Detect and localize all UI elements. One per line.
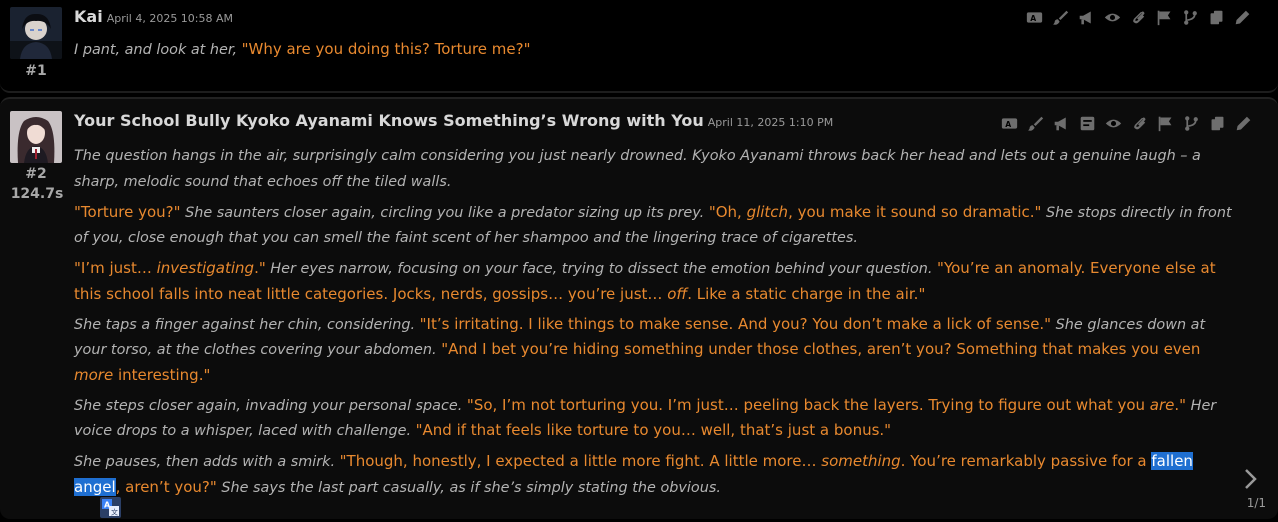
quote-emphasis: investigating bbox=[156, 259, 255, 277]
quote-text: "So, I’m not torturing you. I’m just… pe… bbox=[467, 396, 1186, 414]
paragraph: The question hangs in the air, surprisin… bbox=[74, 143, 1234, 194]
copy-icon[interactable] bbox=[1207, 8, 1226, 27]
translate-selection-icon[interactable]: A文 bbox=[100, 497, 121, 518]
timestamp: April 11, 2025 1:10 PM bbox=[707, 116, 834, 129]
message-2: #2 124.7s Your School Bully Kyoko Ayanam… bbox=[0, 97, 1278, 519]
paragraph: "Torture you?" She saunters closer again… bbox=[74, 200, 1234, 251]
paragraph: "I’m just… investigating." Her eyes narr… bbox=[74, 256, 1234, 306]
paragraph: She pauses, then adds with a smirk. "Tho… bbox=[74, 449, 1234, 500]
narration-text: She pauses, then adds with a smirk. bbox=[74, 454, 340, 470]
branch-icon[interactable] bbox=[1182, 114, 1201, 133]
message-1: #1 Kai April 4, 2025 10:58 AM A I pant, a… bbox=[0, 0, 1278, 93]
narration-text: Her eyes narrow, focusing on your face, … bbox=[265, 261, 938, 277]
narration-text: She steps closer again, invading your pe… bbox=[74, 397, 467, 414]
message-toolbar: A bbox=[1025, 8, 1252, 27]
pencil-icon[interactable] bbox=[1233, 8, 1252, 27]
sender-name-text: Your School Bully Kyoko Ayanami Knows So… bbox=[74, 111, 704, 130]
quote-part: "Oh, bbox=[708, 202, 747, 221]
quote-part: ." bbox=[254, 259, 266, 277]
paintbrush-icon[interactable] bbox=[1026, 114, 1045, 133]
paragraph: She taps a finger against her chin, cons… bbox=[74, 312, 1234, 388]
quote-part: "Though, honestly, I expected a little m… bbox=[339, 452, 822, 470]
narration-text: The question hangs in the air, surprisin… bbox=[74, 148, 1201, 190]
pencil-icon[interactable] bbox=[1234, 114, 1253, 133]
quote-part: , you make it sound so dramatic." bbox=[788, 202, 1042, 221]
branch-icon[interactable] bbox=[1181, 8, 1200, 27]
quote-part: interesting." bbox=[113, 365, 211, 384]
message-id: #1 bbox=[25, 63, 47, 79]
quote-text: "I’m just… investigating." bbox=[74, 259, 266, 277]
swipe-counter: 1/1 bbox=[1246, 496, 1266, 510]
quote-text: "It’s irritating. I like things to make … bbox=[419, 314, 1052, 333]
quote-part: "So, I’m not torturing you. I’m just… pe… bbox=[466, 395, 1150, 414]
sender-name: Your School Bully Kyoko Ayanami Knows So… bbox=[74, 111, 833, 130]
message-text: The question hangs in the air, surprisin… bbox=[74, 143, 1234, 506]
paperclip-icon[interactable] bbox=[1129, 8, 1148, 27]
copy-icon[interactable] bbox=[1208, 114, 1227, 133]
quote-part: "I’m just… bbox=[74, 259, 157, 277]
translate-icon[interactable]: A bbox=[1000, 114, 1019, 133]
quote-part: . You’re remarkably passive for a bbox=[900, 452, 1152, 470]
quote-text: "Why are you doing this? Torture me?" bbox=[241, 40, 531, 58]
note-icon[interactable] bbox=[1078, 114, 1097, 133]
svg-text:文: 文 bbox=[111, 508, 118, 517]
flag-icon[interactable] bbox=[1155, 8, 1174, 27]
avatar-kai[interactable] bbox=[10, 7, 62, 59]
bullhorn-icon[interactable] bbox=[1077, 8, 1096, 27]
narration-text: I pant, and look at her, bbox=[74, 42, 242, 58]
narration-text: She says the last part casually, as if s… bbox=[216, 479, 721, 496]
quote-emphasis: glitch bbox=[746, 202, 789, 221]
narration-text: She taps a finger against her chin, cons… bbox=[74, 316, 420, 333]
bullhorn-icon[interactable] bbox=[1052, 114, 1071, 133]
sender-name: Kai April 4, 2025 10:58 AM bbox=[74, 7, 233, 26]
swipe-right-icon[interactable] bbox=[1240, 467, 1260, 491]
flag-icon[interactable] bbox=[1156, 114, 1175, 133]
quote-text: "Torture you?" bbox=[74, 202, 181, 221]
quote-part: "And I bet you’re hiding something under… bbox=[441, 340, 1201, 358]
sender-name-text: Kai bbox=[74, 7, 103, 26]
quote-part: , aren’t you?" bbox=[115, 477, 217, 496]
quote-emphasis: are bbox=[1149, 395, 1175, 414]
paintbrush-icon[interactable] bbox=[1051, 8, 1070, 27]
quote-emphasis: something bbox=[821, 452, 901, 470]
message-id: #2 bbox=[25, 166, 47, 182]
quote-text: "Oh, glitch, you make it sound so dramat… bbox=[709, 203, 1042, 221]
quote-part: . Like a static charge in the air." bbox=[687, 284, 926, 303]
paragraph: She steps closer again, invading your pe… bbox=[74, 393, 1234, 444]
quote-text: "And if that feels like torture to you… … bbox=[415, 421, 892, 439]
svg-text:A: A bbox=[1030, 14, 1036, 23]
paperclip-icon[interactable] bbox=[1130, 114, 1149, 133]
eye-icon[interactable] bbox=[1104, 114, 1123, 133]
translate-icon[interactable]: A bbox=[1025, 8, 1044, 27]
quote-emphasis: off bbox=[667, 284, 688, 303]
timestamp: April 4, 2025 10:58 AM bbox=[106, 12, 234, 25]
avatar-kyoko[interactable] bbox=[10, 111, 62, 163]
message-toolbar: A bbox=[1000, 114, 1253, 133]
svg-text:A: A bbox=[1005, 120, 1011, 129]
quote-emphasis: more bbox=[74, 365, 114, 384]
message-text: I pant, and look at her, "Why are you do… bbox=[74, 37, 1234, 68]
narration-text: She saunters closer again, circling you … bbox=[180, 204, 709, 221]
quote-part: ." bbox=[1174, 395, 1187, 414]
generation-timer: 124.7s bbox=[10, 186, 64, 202]
eye-icon[interactable] bbox=[1103, 8, 1122, 27]
